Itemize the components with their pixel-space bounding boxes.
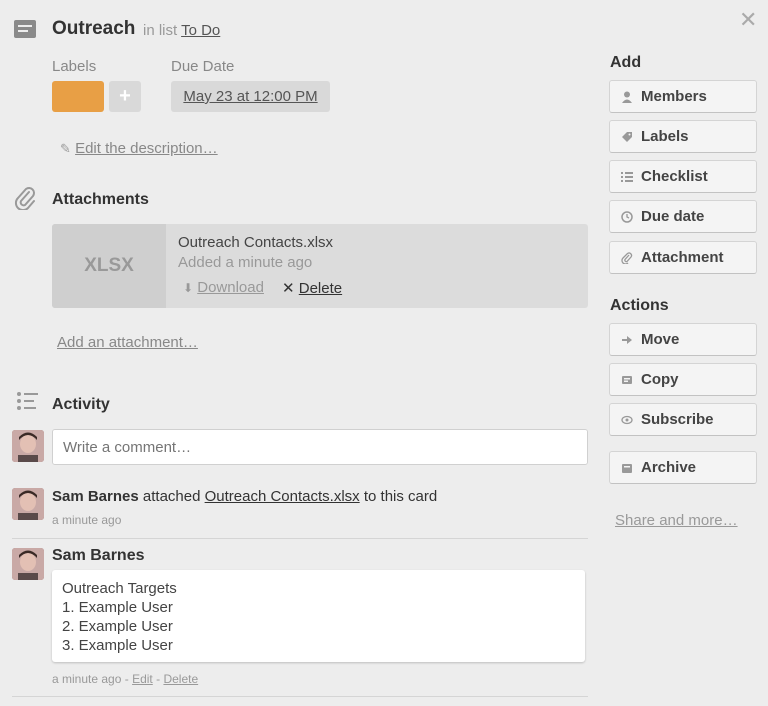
due-date-heading: Due Date	[171, 58, 235, 75]
attachment-added-time: Added a minute ago	[178, 254, 313, 271]
edit-description-link[interactable]: Edit the description…	[75, 140, 218, 157]
delete-attachment-link[interactable]: Delete	[299, 280, 342, 297]
activity-user[interactable]: Sam Barnes	[52, 488, 139, 505]
attachment-thumbnail[interactable]: XLSX	[52, 224, 166, 308]
due-date-label: Due date	[641, 208, 705, 225]
edit-description[interactable]: ✎ Edit the description…	[60, 140, 218, 157]
labels-heading: Labels	[52, 58, 97, 75]
share-and-more[interactable]: Share and more…	[615, 512, 738, 529]
delete-comment-link[interactable]: Delete	[163, 672, 198, 686]
paperclip-icon	[620, 251, 634, 265]
download-action[interactable]: ⬇ Download	[183, 279, 264, 296]
checklist-icon	[620, 170, 634, 184]
card-title[interactable]: Outreach	[52, 18, 135, 40]
checklist-label: Checklist	[641, 168, 708, 185]
close-icon[interactable]: ✕	[739, 7, 757, 33]
add-attachment-link[interactable]: Add an attachment…	[57, 334, 198, 351]
members-button[interactable]: Members	[609, 80, 757, 113]
avatar[interactable]	[12, 488, 44, 520]
comment-line: 1. Example User	[62, 599, 173, 616]
activity-action: attached	[142, 488, 201, 505]
comment-line: 3. Example User	[62, 637, 173, 654]
divider	[12, 696, 588, 697]
avatar[interactable]	[12, 430, 44, 462]
activity-suffix: to this card	[363, 488, 438, 505]
eye-icon	[620, 413, 634, 427]
activity-entry-text: Sam Barnes attached Outreach Contacts.xl…	[52, 488, 437, 505]
in-list-prefix: in list	[143, 22, 178, 39]
attachment-label: Attachment	[641, 249, 724, 266]
activity-list-icon	[16, 391, 40, 416]
share-and-more-link[interactable]: Share and more…	[615, 512, 738, 529]
labels-button[interactable]: Labels	[609, 120, 757, 153]
close-icon: ✕	[282, 280, 295, 297]
comment-line: 2. Example User	[62, 618, 173, 635]
archive-button[interactable]: Archive	[609, 451, 757, 484]
subscribe-label: Subscribe	[641, 411, 714, 428]
move-button[interactable]: Move	[609, 323, 757, 356]
divider	[12, 538, 588, 539]
download-icon: ⬇	[183, 281, 194, 295]
activity-timestamp: a minute ago	[52, 513, 122, 527]
arrow-right-icon	[620, 333, 634, 347]
person-icon	[620, 90, 634, 104]
separator: -	[124, 672, 129, 686]
comment-meta: a minute ago - Edit - Delete	[52, 672, 198, 686]
due-date-badge[interactable]: May 23 at 12:00 PM	[171, 81, 330, 112]
attachments-title: Attachments	[52, 191, 149, 208]
download-link[interactable]: Download	[197, 279, 264, 296]
attachment-file-name[interactable]: Outreach Contacts.xlsx	[178, 234, 333, 251]
add-heading: Add	[610, 54, 642, 71]
copy-label: Copy	[641, 371, 679, 388]
card-icon	[14, 20, 36, 38]
paperclip-icon	[14, 186, 36, 215]
tag-icon	[620, 130, 634, 144]
comment-timestamp: a minute ago	[52, 672, 122, 686]
comment-input[interactable]	[52, 429, 588, 465]
add-label-button[interactable]: +	[109, 81, 141, 112]
move-label: Move	[641, 331, 680, 348]
members-label: Members	[641, 88, 707, 105]
edit-comment-link[interactable]: Edit	[132, 672, 153, 686]
archive-icon	[620, 461, 634, 475]
clock-icon	[620, 210, 634, 224]
list-reference: in list To Do	[143, 22, 220, 39]
list-link[interactable]: To Do	[181, 22, 220, 39]
delete-attachment-action[interactable]: ✕ Delete	[282, 279, 342, 297]
archive-label: Archive	[641, 459, 697, 476]
separator: -	[156, 672, 161, 686]
labels-label: Labels	[641, 128, 689, 145]
subscribe-button[interactable]: Subscribe	[609, 403, 757, 436]
checklist-button[interactable]: Checklist	[609, 160, 757, 193]
activity-title: Activity	[52, 396, 110, 413]
label-chip-orange[interactable]	[52, 81, 104, 112]
comment-line: Outreach Targets	[62, 580, 177, 597]
avatar[interactable]	[12, 548, 44, 580]
attachment-button[interactable]: Attachment	[609, 241, 757, 274]
actions-heading: Actions	[610, 297, 669, 314]
comment-author[interactable]: Sam Barnes	[52, 547, 145, 565]
copy-icon	[620, 373, 634, 387]
activity-object-link[interactable]: Outreach Contacts.xlsx	[205, 488, 360, 505]
due-date-button[interactable]: Due date	[609, 200, 757, 233]
copy-button[interactable]: Copy	[609, 363, 757, 396]
pencil-icon: ✎	[60, 141, 71, 156]
comment-body: Outreach Targets 1. Example User 2. Exam…	[52, 570, 585, 662]
